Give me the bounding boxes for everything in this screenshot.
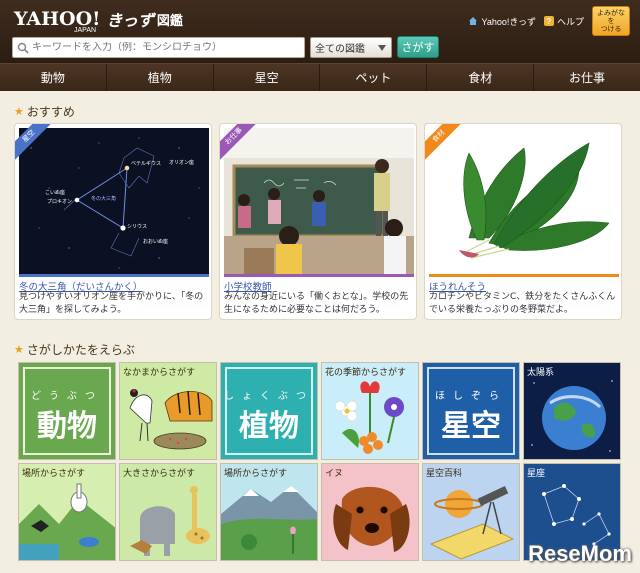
label-koinu: こいぬ座 <box>45 189 65 196</box>
card-desc-teacher: みんなの身近にいる「働くおとな」。学校の先生になるために必要なことは何だろう。 <box>224 292 409 315</box>
label-sirius: シリウス <box>127 223 147 230</box>
star-icon: ★ <box>14 343 24 356</box>
mountain-illustration <box>221 486 317 560</box>
logo-japan-text: JAPAN <box>74 27 97 34</box>
tile-flower-season[interactable]: 花の季節からさがす <box>321 362 419 460</box>
tile-by-place-animals[interactable]: 場所からさがす <box>18 463 116 561</box>
tile-animals[interactable]: どうぶつ 動物 <box>18 362 116 460</box>
tile-big-label: 星空 <box>441 409 501 444</box>
nav-item-animals[interactable]: 動物 <box>0 64 107 91</box>
label-oinu: おおいぬ座 <box>143 238 168 245</box>
yahoo-kids-home-link[interactable]: Yahoo!きっず <box>468 15 536 28</box>
search-input[interactable] <box>32 42 302 53</box>
nav-item-plants[interactable]: 植物 <box>107 64 214 91</box>
size-animals-illustration <box>130 486 210 556</box>
recommend-title: おすすめ <box>26 105 75 119</box>
tile-ruby: しょくぶつ <box>224 391 314 402</box>
card-desc-winter-triangle: 見つけやすいオリオン座を手がかりに、「冬の大三角」を探してみよう。 <box>19 292 204 315</box>
habitat-illustration <box>19 483 115 560</box>
tile-plants[interactable]: しょくぶつ 植物 <box>220 362 318 460</box>
label-betelgeuse: ベテルギウス <box>131 160 161 167</box>
card-color-bar <box>19 274 209 277</box>
tile-by-group[interactable]: なかまからさがす <box>119 362 217 460</box>
tile-by-size[interactable]: 大きさからさがす <box>119 463 217 561</box>
help-icon: ? <box>543 16 554 26</box>
tile-big-label: 動物 <box>37 409 97 444</box>
label-procyon: プロキオン <box>47 199 72 205</box>
recommend-card-teacher[interactable]: お仕事 小学校教師 みんなの身近にいる「働くおとな」。学校の先生になるために必要… <box>219 123 417 320</box>
zukan-category-select[interactable]: 全ての図鑑 <box>310 37 392 58</box>
telescope-illustration <box>429 486 515 560</box>
browse-title: さがしかたをえらぶ <box>26 343 135 357</box>
header-links: Yahoo!きっず ? ヘルプ よみがなを つける <box>468 6 630 36</box>
label-triangle: 冬の大三角 <box>91 195 116 202</box>
nav-item-pets[interactable]: ペット <box>320 64 428 91</box>
furigana-line1: よみがなを <box>597 9 625 25</box>
tile-by-place-plants[interactable]: 場所からさがす <box>220 463 318 561</box>
card-color-bar <box>429 274 619 277</box>
recommend-card-winter-triangle[interactable]: オリオン座 ベテルギウス こいぬ座 プロキオン シリウス おおいぬ座 冬の大三角… <box>14 123 212 320</box>
flowers-illustration <box>334 381 404 454</box>
search-box <box>12 37 305 58</box>
logo-kids-text: きっず <box>106 11 154 30</box>
search-button[interactable]: さがす <box>397 36 439 58</box>
nav-item-food[interactable]: 食材 <box>427 64 535 91</box>
nav-item-stars[interactable]: 星空 <box>214 64 321 91</box>
recommend-card-spinach[interactable]: 食材 ほうれんそう カロチンやビタミンC、鉄分をたくさんふくんでいる栄養たっぷり… <box>424 123 622 320</box>
card-color-bar <box>224 274 414 277</box>
label-orion: オリオン座 <box>169 159 194 166</box>
animal-group-illustration <box>129 389 213 450</box>
home-link-label: Yahoo!きっず <box>481 16 536 27</box>
tile-big-label: 植物 <box>239 409 299 444</box>
star-map-illustration: オリオン座 ベテルギウス こいぬ座 プロキオン シリウス おおいぬ座 冬の大三角 <box>19 128 209 274</box>
classroom-image <box>224 128 414 274</box>
spinach-illustration <box>429 128 619 274</box>
help-link-label: ヘルプ <box>556 16 584 27</box>
tile-stars[interactable]: ほしぞら 星空 <box>422 362 520 460</box>
furigana-line2: つける <box>600 25 622 33</box>
tile-dogs[interactable]: イヌ <box>321 463 419 561</box>
card-desc-spinach: カロチンやビタミンC、鉄分をたくさんふくんでいる栄養たっぷりの冬野菜だよ。 <box>429 292 616 315</box>
yahoo-kids-zukan-logo[interactable]: YAHOO! JAPAN きっず 図鑑 <box>14 5 183 34</box>
classroom-illustration <box>224 128 414 274</box>
tile-ruby: ほしぞら <box>435 391 507 402</box>
search-icon <box>17 42 29 54</box>
winter-triangle-image: オリオン座 ベテルギウス こいぬ座 プロキオン シリウス おおいぬ座 冬の大三角 <box>19 128 209 274</box>
tile-solar-system[interactable]: 太陽系 <box>523 362 621 460</box>
tile-star-encyclopedia[interactable]: 星空百科 <box>422 463 520 561</box>
header: YAHOO! JAPAN きっず 図鑑 Yahoo!きっず ? ヘルプ よみがな… <box>0 0 640 63</box>
tile-ruby: どうぶつ <box>31 391 103 402</box>
furigana-toggle-button[interactable]: よみがなを つける <box>592 6 630 36</box>
help-link[interactable]: ? ヘルプ <box>543 15 584 28</box>
logo-zukan-text: 図鑑 <box>156 13 183 29</box>
browse-heading: ★ さがしかたをえらぶ <box>14 341 135 358</box>
recommend-heading: ★ おすすめ <box>14 103 75 120</box>
home-icon <box>469 17 478 25</box>
dog-illustration <box>333 486 410 552</box>
earth-illustration <box>531 380 613 452</box>
nav-item-jobs[interactable]: お仕事 <box>534 64 640 91</box>
star-icon: ★ <box>14 105 24 118</box>
resemom-watermark: ReseMom <box>528 541 632 566</box>
select-value: 全ての図鑑 <box>315 44 365 55</box>
category-nav: 動物 植物 星空 ペット 食材 お仕事 <box>0 63 640 91</box>
chevron-down-icon <box>378 45 386 51</box>
spinach-image <box>429 128 619 274</box>
